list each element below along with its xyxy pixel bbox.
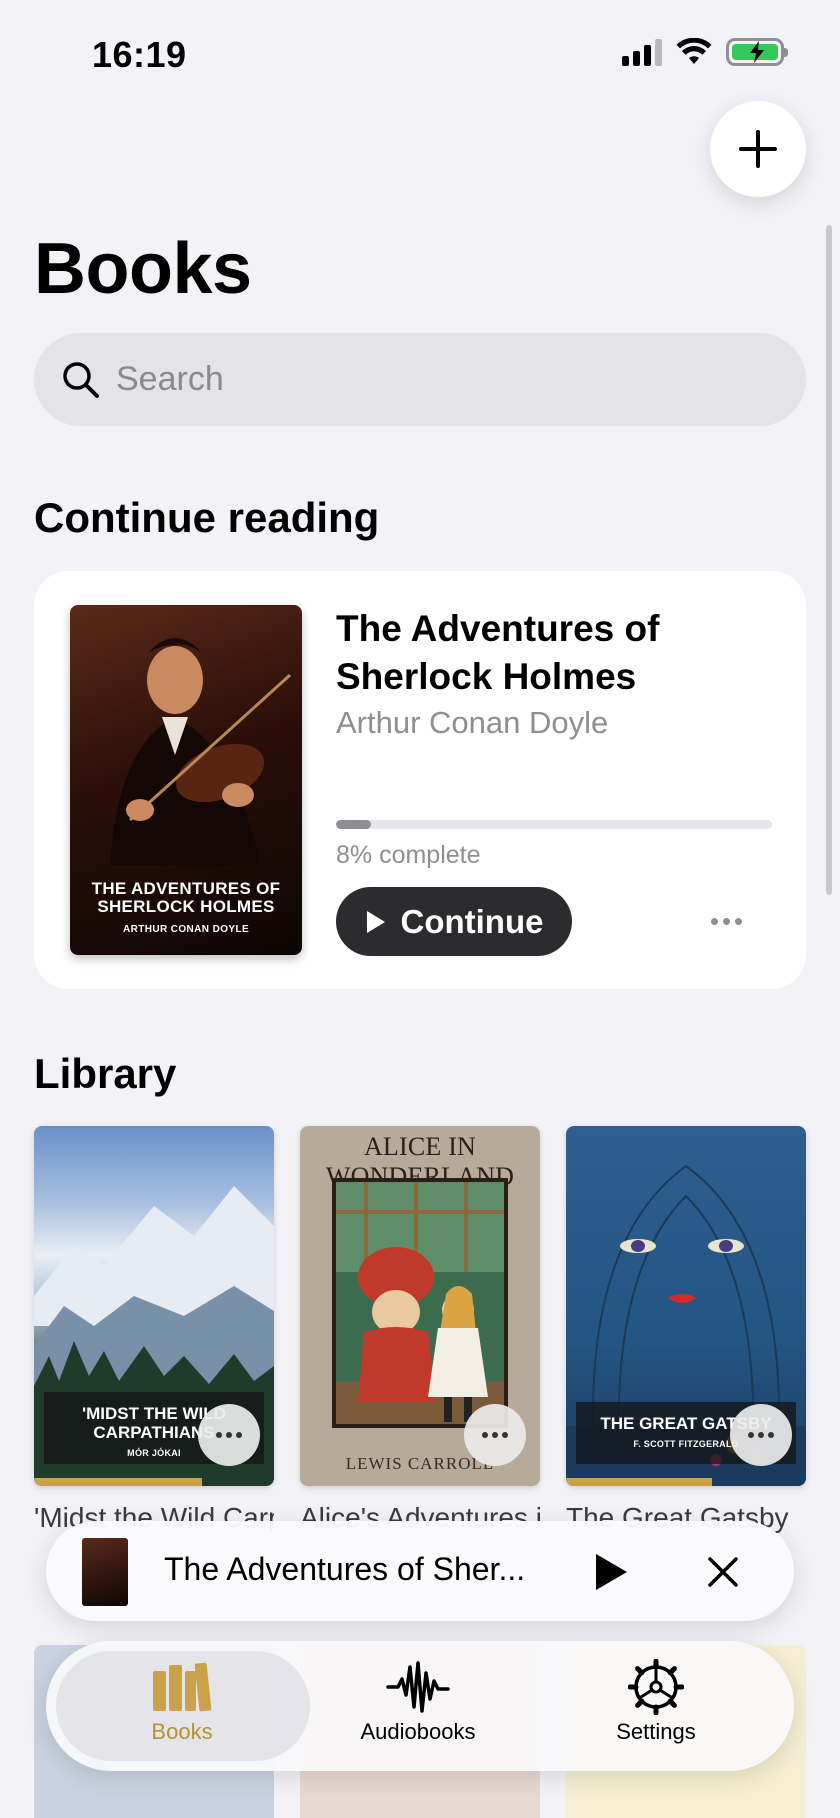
continue-button-label: Continue [400, 902, 544, 940]
continue-reading-heading: Continue reading [34, 494, 380, 541]
books-icon [153, 1662, 212, 1712]
reading-progress-bar [336, 820, 772, 829]
mini-player-cover [82, 1538, 128, 1606]
page-title: Books [34, 229, 252, 309]
cover-title: THE ADVENTURES OF SHERLOCK HOLMES [91, 879, 281, 916]
more-options-button[interactable] [704, 901, 748, 941]
close-icon [708, 1557, 738, 1587]
tab-bar: Books Audiobooks Settings [46, 1641, 794, 1771]
wifi-icon [676, 38, 712, 64]
battery-icon [726, 38, 788, 66]
book-cover-gatsby[interactable]: THE GREAT GATSBY F. SCOTT FITZGERALD [566, 1126, 806, 1486]
book-title: The Adventures of Sherlock Holmes [336, 608, 660, 697]
search-bar[interactable] [34, 333, 806, 426]
book-cover-carpathians[interactable]: 'MIDST THE WILD CARPATHIANS MÓR JÓKAI [34, 1126, 274, 1486]
tab-label: Settings [616, 1719, 696, 1744]
progress-label: 8% complete [336, 841, 481, 869]
book-cover-sherlock[interactable]: THE ADVENTURES OF SHERLOCK HOLMES ARTHUR… [70, 605, 302, 955]
library-grid: 'MIDST THE WILD CARPATHIANS MÓR JÓKAI AL… [34, 1126, 806, 1533]
violinist-illustration [110, 638, 292, 865]
mini-play-button[interactable] [586, 1547, 636, 1597]
search-icon [63, 361, 99, 398]
library-heading: Library [34, 1050, 177, 1097]
tab-settings[interactable]: Settings [546, 1659, 766, 1759]
reading-progress-fill [336, 820, 371, 829]
cover-author: ARTHUR CONAN DOYLE [122, 924, 250, 935]
play-icon [596, 1554, 627, 1590]
waveform-icon [386, 1661, 450, 1713]
search-input[interactable] [116, 360, 716, 399]
add-book-button[interactable] [710, 101, 806, 197]
status-bar: 16:19 [0, 0, 840, 110]
tab-audiobooks[interactable]: Audiobooks [308, 1659, 528, 1759]
mini-player[interactable]: The Adventures of Sher... [46, 1521, 794, 1621]
mini-player-title: The Adventures of Sher... [164, 1551, 526, 1587]
book-more-button[interactable] [464, 1404, 526, 1466]
book-more-button[interactable] [730, 1404, 792, 1466]
read-progress-bar [34, 1478, 202, 1486]
tab-label: Audiobooks [360, 1719, 476, 1744]
book-author: Arthur Conan Doyle [336, 705, 609, 740]
status-time: 16:19 [92, 34, 187, 75]
status-icons [622, 38, 788, 66]
read-progress-bar [566, 1478, 713, 1486]
tab-books[interactable]: Books [72, 1659, 292, 1759]
plus-icon [739, 130, 777, 168]
continue-button[interactable]: Continue [336, 887, 572, 956]
mini-close-button[interactable] [698, 1547, 748, 1597]
gear-icon [628, 1659, 684, 1715]
play-icon [366, 910, 385, 933]
continue-reading-card[interactable]: THE ADVENTURES OF SHERLOCK HOLMES ARTHUR… [34, 571, 806, 989]
cellular-signal-icon [622, 38, 662, 66]
book-cover-alice[interactable]: ALICE IN WONDERLAND LEWIS CARROLL [300, 1126, 540, 1486]
tab-label: Books [151, 1719, 213, 1744]
book-more-button[interactable] [198, 1404, 260, 1466]
alice-illustration [332, 1178, 508, 1428]
scrollbar[interactable] [826, 225, 832, 895]
